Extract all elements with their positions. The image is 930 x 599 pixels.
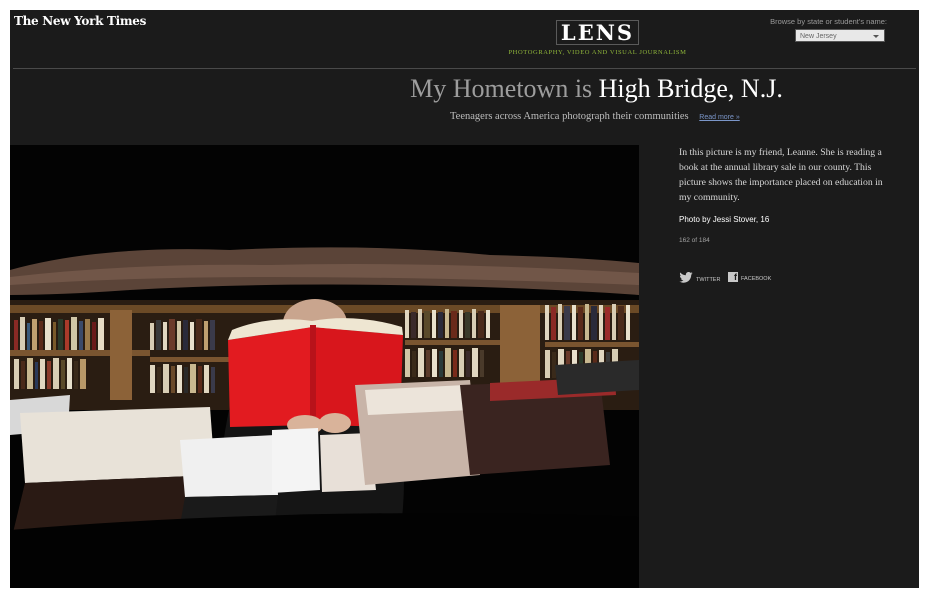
slide-counter: 162 of 184 [679,237,710,244]
chevron-down-icon [873,35,879,38]
photo-caption: In this picture is my friend, Leanne. Sh… [679,147,883,203]
subtitle: Teenagers across America photograph thei… [450,111,740,122]
facebook-icon: f [728,272,738,282]
lens-page: The New York Times LENS Photography, Vid… [10,10,919,588]
title-place: High Bridge, N.J. [598,74,783,103]
twitter-share-button[interactable]: TWITTER [679,272,720,283]
read-more-link[interactable]: Read more » [699,114,739,121]
photo-image [10,145,639,588]
subtitle-text: Teenagers across America photograph thei… [450,111,689,122]
state-select[interactable]: New Jersey [795,29,885,42]
lens-branding: LENS Photography, Video and Visual Journ… [500,20,695,56]
browse-label: Browse by state or student's name: [770,17,887,26]
photo-credit: Photo by Jessi Stover, 16 [679,215,770,224]
nyt-logo[interactable]: The New York Times [14,14,146,28]
title-prefix: My Hometown is [410,74,599,103]
lens-logo[interactable]: LENS [555,20,640,45]
facebook-label: FACEBOOK [741,276,772,282]
header-divider [13,68,916,69]
page-title: My Hometown is High Bridge, N.J. [10,74,919,104]
twitter-label: TWITTER [696,277,721,283]
twitter-icon [679,272,693,283]
lens-tagline: Photography, Video and Visual Journalism [508,49,687,56]
state-select-value: New Jersey [800,33,837,40]
slideshow-photo[interactable] [10,145,639,588]
facebook-share-button[interactable]: f FACEBOOK [728,272,771,282]
